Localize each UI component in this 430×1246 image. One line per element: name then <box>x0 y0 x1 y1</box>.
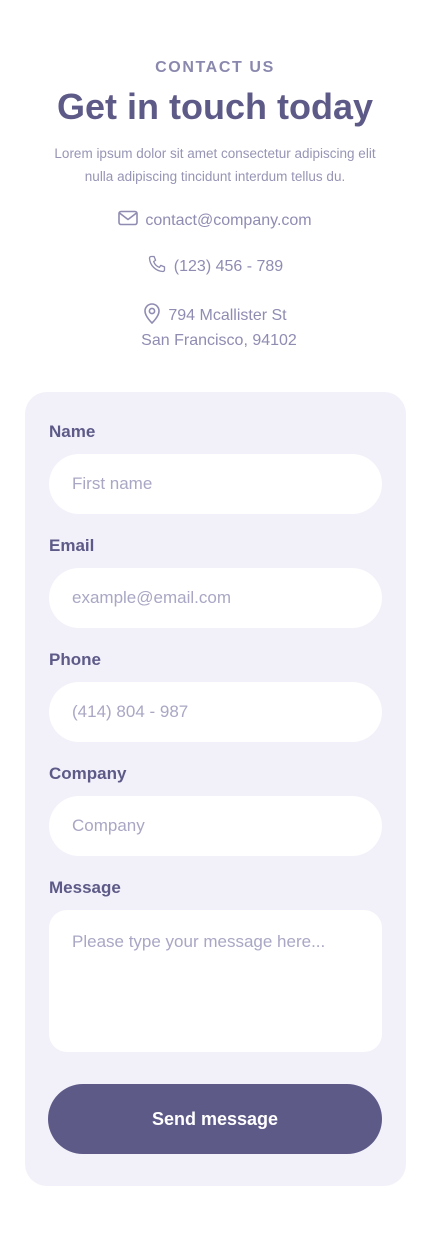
send-message-button[interactable]: Send message <box>48 1084 382 1154</box>
address-line-1: 794 Mcallister St <box>168 306 287 324</box>
message-textarea[interactable] <box>49 910 382 1052</box>
page-description: Lorem ipsum dolor sit amet consectetur a… <box>30 142 400 188</box>
mail-icon <box>118 210 145 231</box>
message-label: Message <box>49 878 121 897</box>
phone-icon <box>147 254 174 279</box>
name-input[interactable] <box>49 454 382 514</box>
location-pin-icon <box>143 302 168 329</box>
description-line-1: Lorem ipsum dolor sit amet consectetur a… <box>54 146 376 161</box>
email-label: Email <box>49 536 95 555</box>
company-label: Company <box>49 764 127 783</box>
phone-input[interactable] <box>49 682 382 742</box>
description-line-2: nulla adipiscing tincidunt interdum tell… <box>84 169 346 184</box>
phone-label: Phone <box>49 650 101 669</box>
contact-phone-row[interactable]: (123) 456 - 789 <box>0 254 430 279</box>
page-title: Get in touch today <box>56 86 373 127</box>
company-input[interactable] <box>49 796 382 856</box>
contact-form: Name Email Phone Company Message Send me… <box>25 392 406 1186</box>
contact-email: contact@company.com <box>145 211 312 229</box>
contact-email-row[interactable]: contact@company.com <box>0 210 430 231</box>
eyebrow-text: CONTACT US <box>155 59 275 76</box>
contact-address-row: 794 Mcallister St <box>0 302 430 329</box>
email-input[interactable] <box>49 568 382 628</box>
address-line-2: San Francisco, 94102 <box>141 332 297 349</box>
contact-phone: (123) 456 - 789 <box>173 257 284 275</box>
name-label: Name <box>49 422 96 441</box>
